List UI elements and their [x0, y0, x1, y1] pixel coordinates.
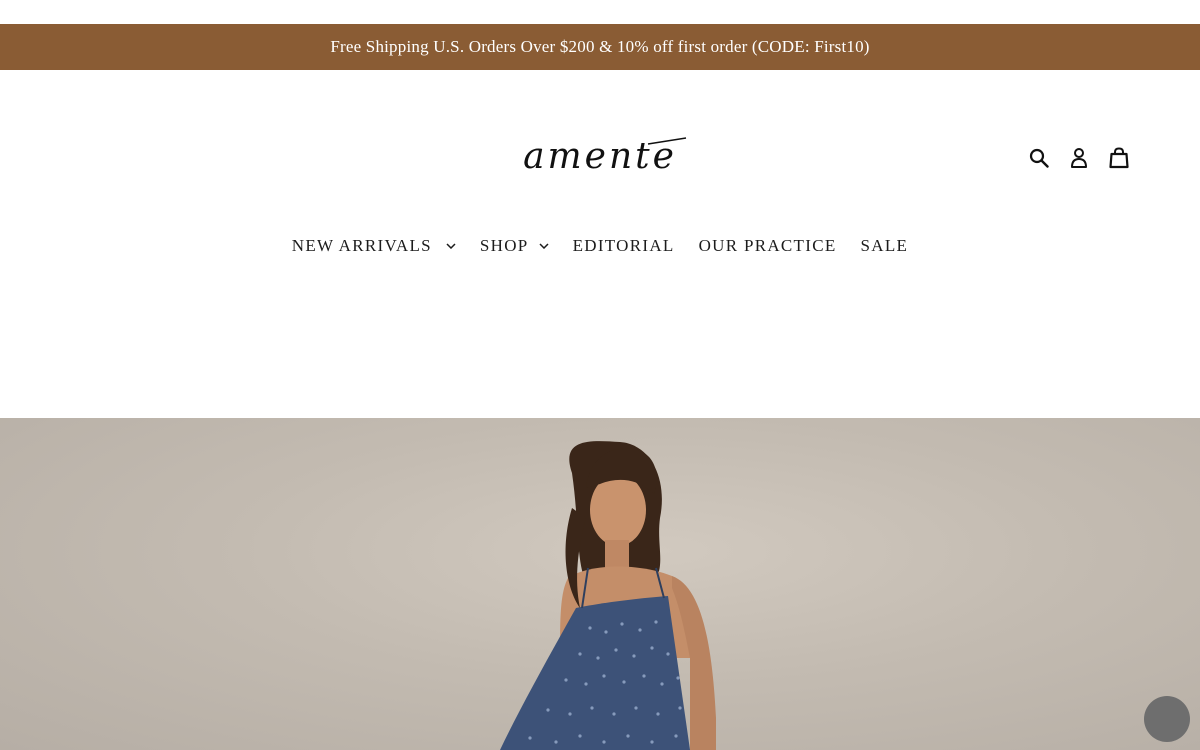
hero-image[interactable]: [0, 418, 1200, 750]
logo-wordmark: amente: [523, 136, 687, 177]
logo-text: amente: [523, 136, 677, 177]
nav-label-new-arrivals: NEW ARRIVALS: [291, 236, 432, 255]
search-icon[interactable]: [1028, 146, 1050, 170]
nav-label-sale: SALE: [860, 236, 909, 255]
nav-item-editorial[interactable]: EDITORIAL: [573, 236, 675, 256]
announcement-text: Free Shipping U.S. Orders Over $200 & 10…: [330, 37, 870, 56]
announcement-bar: Free Shipping U.S. Orders Over $200 & 10…: [0, 24, 1200, 70]
dress: [500, 596, 690, 750]
site-header: amente NEW ARRIVALS SHOP EDITORIAL OUR P…: [0, 70, 1200, 418]
cart-icon[interactable]: [1108, 146, 1130, 170]
nav-item-shop[interactable]: SHOP: [480, 236, 549, 256]
chevron-down-icon: [539, 243, 549, 249]
nav-label-our-practice: OUR PRACTICE: [698, 236, 837, 255]
nav-item-our-practice[interactable]: OUR PRACTICE: [699, 236, 837, 256]
nav-item-new-arrivals[interactable]: NEW ARRIVALS: [292, 236, 456, 256]
account-icon[interactable]: [1068, 146, 1090, 170]
neck: [605, 540, 629, 570]
main-nav: NEW ARRIVALS SHOP EDITORIAL OUR PRACTICE…: [0, 236, 1200, 256]
chat-button[interactable]: [1144, 696, 1190, 742]
header-icons: [1028, 146, 1130, 170]
chevron-down-icon: [446, 243, 456, 249]
nav-label-editorial: EDITORIAL: [572, 236, 675, 255]
nav-item-sale[interactable]: SALE: [861, 236, 909, 256]
hero-illustration: [500, 441, 716, 750]
nav-label-shop: SHOP: [479, 236, 529, 255]
logo[interactable]: amente: [0, 132, 1200, 187]
face: [590, 474, 646, 546]
top-spacer: [0, 0, 1200, 24]
